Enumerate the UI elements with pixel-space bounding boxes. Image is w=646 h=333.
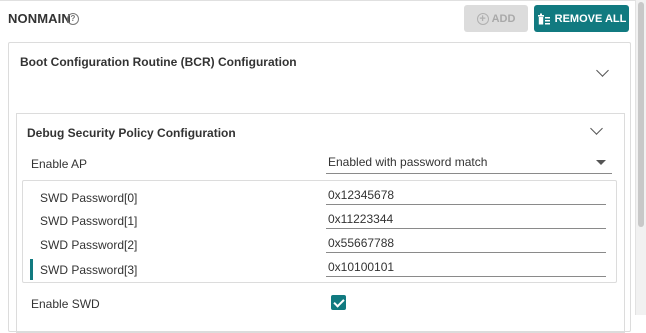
help-icon[interactable]: ? xyxy=(67,13,79,25)
swd-password-2-input[interactable]: 0x55667788 xyxy=(326,233,606,253)
checkmark-icon xyxy=(333,296,345,308)
swd-password-1-label: SWD Password[1] xyxy=(40,214,138,228)
top-divider xyxy=(0,0,636,1)
remove-all-button[interactable]: REMOVE ALL xyxy=(534,5,629,32)
page-title: NONMAIN xyxy=(8,11,71,26)
enable-ap-select[interactable]: Enabled with password match xyxy=(326,150,612,174)
swd-password-3-label: SWD Password[3] xyxy=(40,263,138,277)
swd-password-0-input[interactable]: 0x12345678 xyxy=(326,185,606,205)
enable-swd-label: Enable SWD xyxy=(31,297,100,311)
add-button[interactable]: + ADD xyxy=(464,5,528,32)
scrollbar-thumb[interactable] xyxy=(638,2,644,227)
swd-password-3-input[interactable]: 0x10100101 xyxy=(326,257,606,277)
enable-ap-value: Enabled with password match xyxy=(328,155,488,169)
vertical-scrollbar[interactable] xyxy=(635,0,646,315)
debug-section-title[interactable]: Debug Security Policy Configuration xyxy=(27,126,236,140)
swd-password-2-label: SWD Password[2] xyxy=(40,238,138,252)
add-button-label: ADD xyxy=(491,12,516,25)
bcr-section-title[interactable]: Boot Configuration Routine (BCR) Configu… xyxy=(20,55,297,69)
dropdown-caret-icon xyxy=(596,160,606,165)
enable-ap-label: Enable AP xyxy=(31,157,88,171)
add-circle-icon: + xyxy=(476,12,489,25)
swd-password-1-input[interactable]: 0x11223344 xyxy=(326,209,606,229)
remove-all-label: REMOVE ALL xyxy=(554,12,627,25)
active-row-indicator xyxy=(30,259,33,280)
enable-swd-checkbox[interactable] xyxy=(331,295,346,310)
trash-icon xyxy=(537,13,550,24)
swd-password-0-label: SWD Password[0] xyxy=(40,191,138,205)
